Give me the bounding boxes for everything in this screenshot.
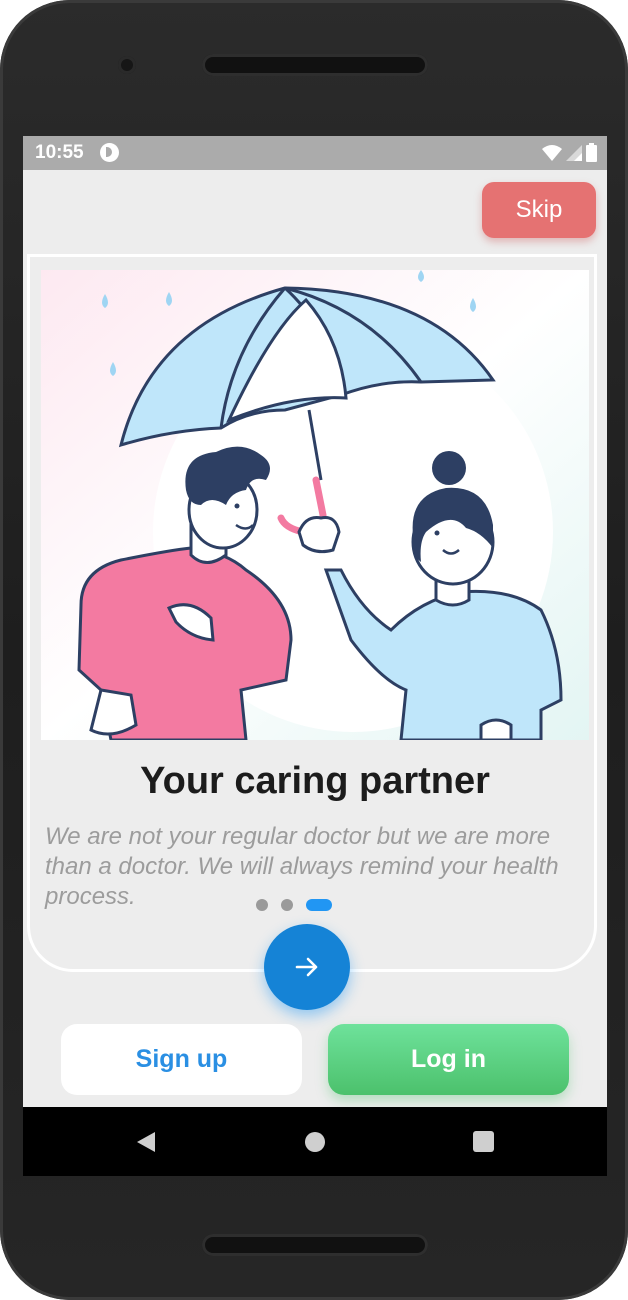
sign-up-button[interactable]: Sign up xyxy=(61,1024,302,1095)
back-icon[interactable] xyxy=(135,1131,157,1153)
status-time: 10:55 xyxy=(35,142,84,163)
battery-icon xyxy=(586,143,597,162)
home-icon[interactable] xyxy=(305,1132,325,1152)
recents-icon[interactable] xyxy=(473,1131,494,1152)
page-dot-3-active[interactable] xyxy=(306,899,332,911)
navigation-bar xyxy=(23,1107,607,1176)
wifi-icon xyxy=(542,144,562,161)
front-camera xyxy=(118,56,136,74)
screen: 10:55 Skip Your caring partner We are no… xyxy=(23,136,607,1176)
top-bar: Skip xyxy=(23,170,607,256)
bottom-speaker xyxy=(202,1234,428,1256)
couple-under-umbrella-illustration xyxy=(41,270,589,740)
page-dot-2[interactable] xyxy=(281,899,293,911)
device-frame: 10:55 Skip Your caring partner We are no… xyxy=(0,0,628,1300)
log-in-button[interactable]: Log in xyxy=(328,1024,569,1095)
app-notification-icon xyxy=(100,143,119,162)
page-indicator xyxy=(256,899,332,911)
next-button[interactable] xyxy=(264,924,350,1010)
onboarding-title: Your caring partner xyxy=(140,760,490,802)
skip-button[interactable]: Skip xyxy=(482,182,596,238)
arrow-right-icon xyxy=(295,957,318,977)
top-speaker xyxy=(202,54,428,76)
status-icons xyxy=(542,143,597,162)
signal-icon xyxy=(566,144,582,161)
page-dot-1[interactable] xyxy=(256,899,268,911)
status-bar: 10:55 xyxy=(23,136,607,170)
